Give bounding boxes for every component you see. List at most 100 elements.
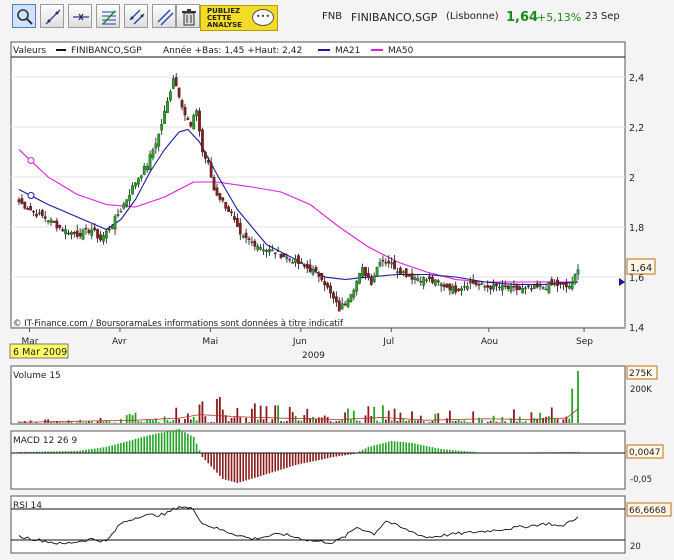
candle-body xyxy=(189,122,193,127)
volume-bar xyxy=(152,420,154,423)
candle-body xyxy=(518,286,522,290)
month-label: Jun xyxy=(292,337,307,347)
candle-body xyxy=(573,274,577,284)
candle-body xyxy=(52,220,56,223)
volume-bar xyxy=(422,420,425,423)
volume-bar xyxy=(70,421,73,423)
candle-body xyxy=(396,271,399,273)
macd-bar xyxy=(286,453,288,468)
macd-bar xyxy=(242,453,244,482)
candle-body xyxy=(113,216,117,230)
month-label: Aou xyxy=(481,337,498,347)
volume-bar xyxy=(504,421,507,423)
macd-bar xyxy=(163,432,166,453)
macd-bar xyxy=(428,446,431,453)
volume-bar xyxy=(352,410,355,423)
macd-bar xyxy=(114,444,116,453)
candle-body xyxy=(72,232,76,234)
macd-bar xyxy=(367,447,370,453)
volume-bar xyxy=(539,412,542,423)
volume-bar xyxy=(332,422,335,423)
candle-body xyxy=(20,198,24,204)
candle-body xyxy=(384,262,388,264)
volume-bar xyxy=(501,417,504,423)
candle-body xyxy=(425,279,428,281)
volume-bar xyxy=(315,419,317,423)
volume-bar xyxy=(457,419,460,423)
candle-body xyxy=(297,255,300,264)
candle-body xyxy=(35,213,38,217)
candle-body xyxy=(154,143,158,149)
candle-body xyxy=(448,283,452,291)
candle-body xyxy=(81,229,85,240)
month-label: Jul xyxy=(382,337,394,347)
stock-chart[interactable]: 2,42,221,81,61,4 Mar Avr Mai Jun Jul Aou Sep V… xyxy=(0,0,674,560)
candle-body xyxy=(253,240,257,247)
candle-body xyxy=(436,280,440,283)
macd-bar xyxy=(137,438,140,453)
volume-bar xyxy=(460,421,463,423)
macd-bar xyxy=(233,453,236,483)
candle-body xyxy=(535,283,539,288)
macd-bar xyxy=(332,453,335,457)
volume-bar xyxy=(172,419,175,423)
candle-body xyxy=(236,218,239,227)
volume-bar xyxy=(175,407,178,423)
macd-bar xyxy=(219,453,221,476)
macd-bar xyxy=(382,443,384,453)
candle-body xyxy=(375,266,379,277)
candle-body xyxy=(556,279,559,286)
candle-body xyxy=(367,273,370,279)
volume-bar xyxy=(268,422,271,423)
macd-bar xyxy=(385,442,387,453)
macd-label: MACD 12 26 9 xyxy=(13,436,77,446)
macd-bar xyxy=(207,453,210,464)
volume-bar xyxy=(320,417,323,423)
candle-body xyxy=(206,160,210,163)
candle-body xyxy=(559,282,562,285)
macd-bar xyxy=(256,453,259,477)
volume-bar xyxy=(434,414,437,423)
candle-body xyxy=(230,211,233,213)
candle-body xyxy=(302,265,306,267)
candle-body xyxy=(203,152,207,159)
volume-bar xyxy=(405,421,408,423)
candle-body xyxy=(442,284,446,288)
macd-bar xyxy=(335,453,338,457)
candle-body xyxy=(23,202,27,209)
candle-body xyxy=(110,226,114,229)
candle-body xyxy=(576,269,580,275)
candle-body xyxy=(503,285,507,288)
macd-bar xyxy=(376,444,378,453)
month-label: Mai xyxy=(202,337,218,347)
volume-bar xyxy=(550,407,553,423)
macd-bar xyxy=(120,443,122,453)
macd-bar xyxy=(224,453,227,480)
candle-body xyxy=(457,288,460,291)
volume-bar xyxy=(166,419,169,423)
rsi-tag-text: 66,6668 xyxy=(629,506,666,516)
macd-bar xyxy=(230,453,233,482)
volume-bar xyxy=(271,419,274,423)
legend-range: Année +Bas: 1,45 +Haut: 2,42 xyxy=(163,45,302,56)
macd-bar xyxy=(146,435,148,453)
volume-bar xyxy=(382,405,384,423)
volume-bar xyxy=(184,418,186,423)
macd-bar xyxy=(312,453,314,462)
candle-body xyxy=(300,262,303,264)
volume-bar xyxy=(189,419,192,423)
candle-body xyxy=(550,279,554,285)
volume-bar xyxy=(463,420,466,423)
candle-body xyxy=(466,286,469,290)
candle-body xyxy=(498,286,501,289)
volume-bar xyxy=(568,418,571,423)
macd-bar xyxy=(419,444,422,453)
candle-body xyxy=(320,273,324,281)
volume-bar xyxy=(53,422,55,423)
time-axis: Mar Avr Mai Jun Jul Aou Sep xyxy=(22,328,593,347)
candle-body xyxy=(524,287,527,289)
candle-body xyxy=(227,206,230,212)
ma21-line-start-marker xyxy=(27,192,35,199)
volume-bar xyxy=(227,421,230,423)
legend-ma21: MA21 xyxy=(335,46,360,56)
